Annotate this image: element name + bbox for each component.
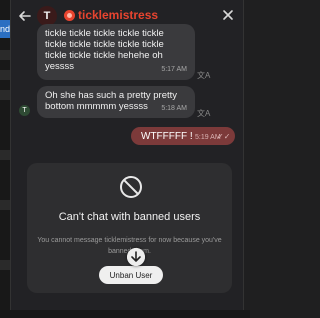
read-check-icon: ✓✓	[217, 132, 231, 141]
background-row	[0, 260, 10, 270]
message-time: 5:18 AM	[161, 105, 187, 112]
background-row	[0, 50, 10, 60]
banned-title: Can't chat with banned users	[58, 211, 201, 223]
message-text: WTFFFFF !	[141, 131, 193, 142]
avatar[interactable]: T	[37, 6, 57, 26]
ban-icon	[120, 176, 142, 198]
translate-icon[interactable]: 文A	[197, 108, 210, 119]
background-page-strip: nd	[0, 0, 10, 318]
unban-user-button[interactable]: Unban User	[99, 266, 163, 284]
chat-window: T ticklemistress tickle tickle tickle ti…	[10, 0, 244, 318]
background-tab: nd	[0, 20, 10, 38]
sent-message[interactable]: WTFFFFF ! 5:19 AM ✓✓	[131, 127, 235, 145]
message-time: 5:17 AM	[161, 66, 187, 73]
received-message[interactable]: Oh she has such a pretty pretty bottom m…	[37, 86, 195, 118]
premium-badge-icon	[64, 10, 75, 21]
chat-title[interactable]: ticklemistress	[78, 8, 158, 22]
banned-notice-card: Can't chat with banned users You cannot …	[27, 163, 232, 293]
background-row	[0, 70, 10, 80]
close-icon[interactable]	[221, 8, 235, 22]
received-message[interactable]: tickle tickle tickle tickle tickle tickl…	[37, 24, 195, 80]
scroll-down-icon[interactable]	[127, 248, 145, 266]
arrow-left-icon[interactable]	[17, 8, 33, 24]
background-row	[0, 150, 10, 160]
translate-icon[interactable]: 文A	[197, 70, 210, 81]
background-row	[0, 90, 10, 100]
bottom-edge	[0, 310, 250, 318]
background-row	[0, 200, 10, 210]
sender-avatar[interactable]: T	[19, 105, 30, 116]
